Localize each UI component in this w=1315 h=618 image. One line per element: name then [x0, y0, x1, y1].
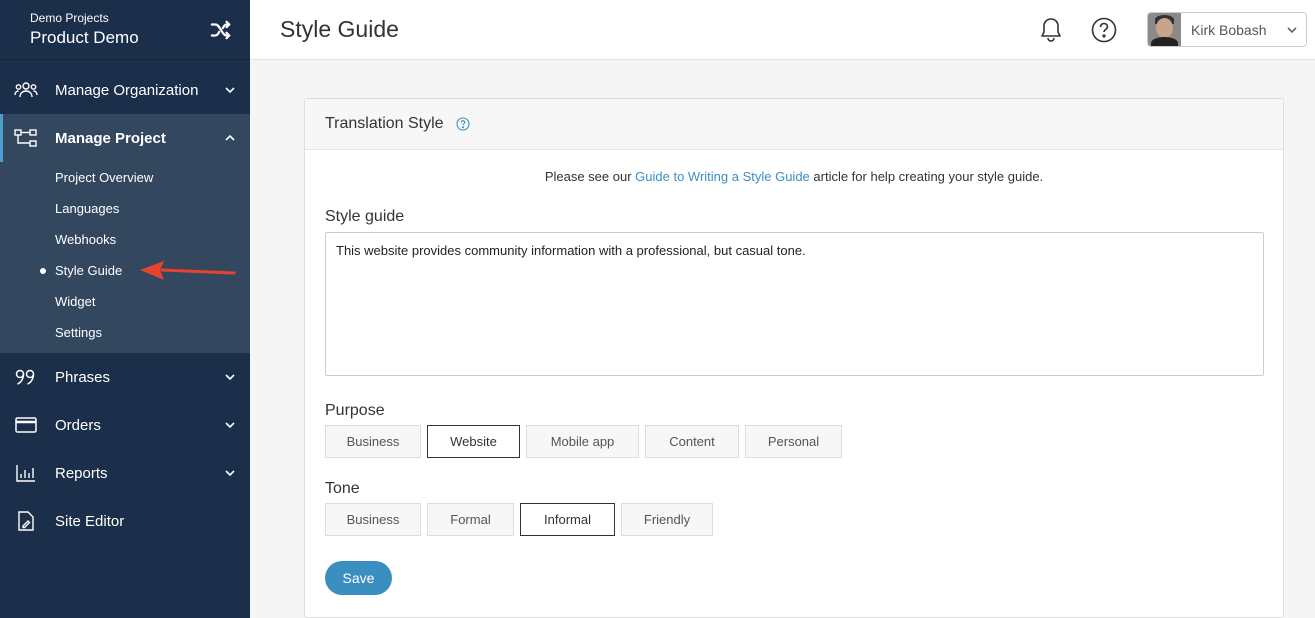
nav-site-editor[interactable]: Site Editor — [0, 497, 250, 545]
submenu-languages[interactable]: Languages — [55, 201, 119, 216]
chevron-down-icon — [225, 374, 235, 381]
tone-informal-button[interactable]: Informal — [520, 503, 615, 536]
people-icon — [14, 79, 38, 101]
chevron-down-icon — [225, 422, 235, 429]
note-suffix: article for help creating your style gui… — [809, 169, 1044, 184]
nav-label: Orders — [55, 416, 101, 434]
project-name: Product Demo — [30, 28, 139, 47]
tone-label: Tone — [325, 480, 360, 497]
submenu-webhooks[interactable]: Webhooks — [55, 232, 116, 247]
nav-label: Manage Project — [55, 129, 166, 147]
nav-label: Manage Organization — [55, 81, 199, 99]
save-button[interactable]: Save — [325, 561, 392, 595]
user-menu[interactable]: Kirk Bobash — [1147, 12, 1307, 47]
tone-friendly-button[interactable]: Friendly — [621, 503, 713, 536]
shuffle-icon[interactable] — [210, 19, 232, 41]
tree-icon — [14, 127, 38, 149]
nav-manage-project[interactable]: Manage Project — [0, 114, 250, 162]
nav-phrases[interactable]: Phrases — [0, 353, 250, 401]
annotation-arrow-icon — [140, 261, 236, 280]
bell-icon[interactable] — [1039, 17, 1063, 43]
submenu-style-guide[interactable]: Style Guide — [39, 263, 122, 278]
nav-orders[interactable]: Orders — [0, 401, 250, 449]
nav-label: Site Editor — [55, 512, 125, 530]
help-icon[interactable] — [1091, 17, 1117, 43]
card-header: Translation Style — [305, 99, 1283, 150]
chevron-down-icon — [225, 470, 235, 477]
nav-manage-organization[interactable]: Manage Organization — [0, 66, 250, 114]
chevron-up-icon — [225, 134, 235, 141]
sidebar: Demo Projects Product Demo Manage Organi… — [0, 0, 250, 618]
user-name: Kirk Bobash — [1191, 21, 1267, 38]
top-header: Style Guide Kirk Bobash — [250, 0, 1315, 60]
submenu-project-overview[interactable]: Project Overview — [55, 170, 153, 185]
tone-business-button[interactable]: Business — [325, 503, 421, 536]
purpose-mobile-app-button[interactable]: Mobile app — [526, 425, 639, 458]
project-switcher[interactable]: Demo Projects Product Demo — [0, 0, 250, 60]
manage-project-submenu: Project Overview Languages Webhooks Styl… — [0, 162, 250, 353]
translation-style-card: Translation Style Please see our Guide t… — [304, 98, 1284, 618]
style-guide-textarea[interactable]: This website provides community informat… — [325, 232, 1264, 376]
submenu-widget[interactable]: Widget — [55, 294, 95, 309]
style-guide-link[interactable]: Guide to Writing a Style Guide — [635, 169, 810, 184]
org-name: Demo Projects — [30, 11, 109, 25]
card-title: Translation Style — [325, 115, 444, 132]
chevron-down-icon — [1287, 27, 1297, 34]
purpose-label: Purpose — [325, 402, 385, 419]
style-guide-label: Style guide — [325, 208, 405, 225]
nav-label: Phrases — [55, 368, 111, 386]
purpose-content-button[interactable]: Content — [645, 425, 739, 458]
help-note: Please see our Guide to Writing a Style … — [305, 169, 1283, 184]
tone-formal-button[interactable]: Formal — [427, 503, 514, 536]
submenu-settings[interactable]: Settings — [55, 325, 102, 340]
nav-label: Reports — [55, 464, 108, 482]
avatar — [1148, 13, 1181, 46]
page-title: Style Guide — [280, 16, 399, 42]
help-icon[interactable] — [456, 117, 470, 131]
purpose-website-button[interactable]: Website — [427, 425, 520, 458]
nav-reports[interactable]: Reports — [0, 449, 250, 497]
purpose-personal-button[interactable]: Personal — [745, 425, 842, 458]
quote-icon — [14, 366, 38, 388]
card-icon — [14, 414, 38, 436]
chevron-down-icon — [225, 87, 235, 94]
purpose-business-button[interactable]: Business — [325, 425, 421, 458]
note-prefix: Please see our — [544, 169, 636, 184]
file-edit-icon — [14, 510, 38, 532]
chart-icon — [14, 462, 38, 484]
